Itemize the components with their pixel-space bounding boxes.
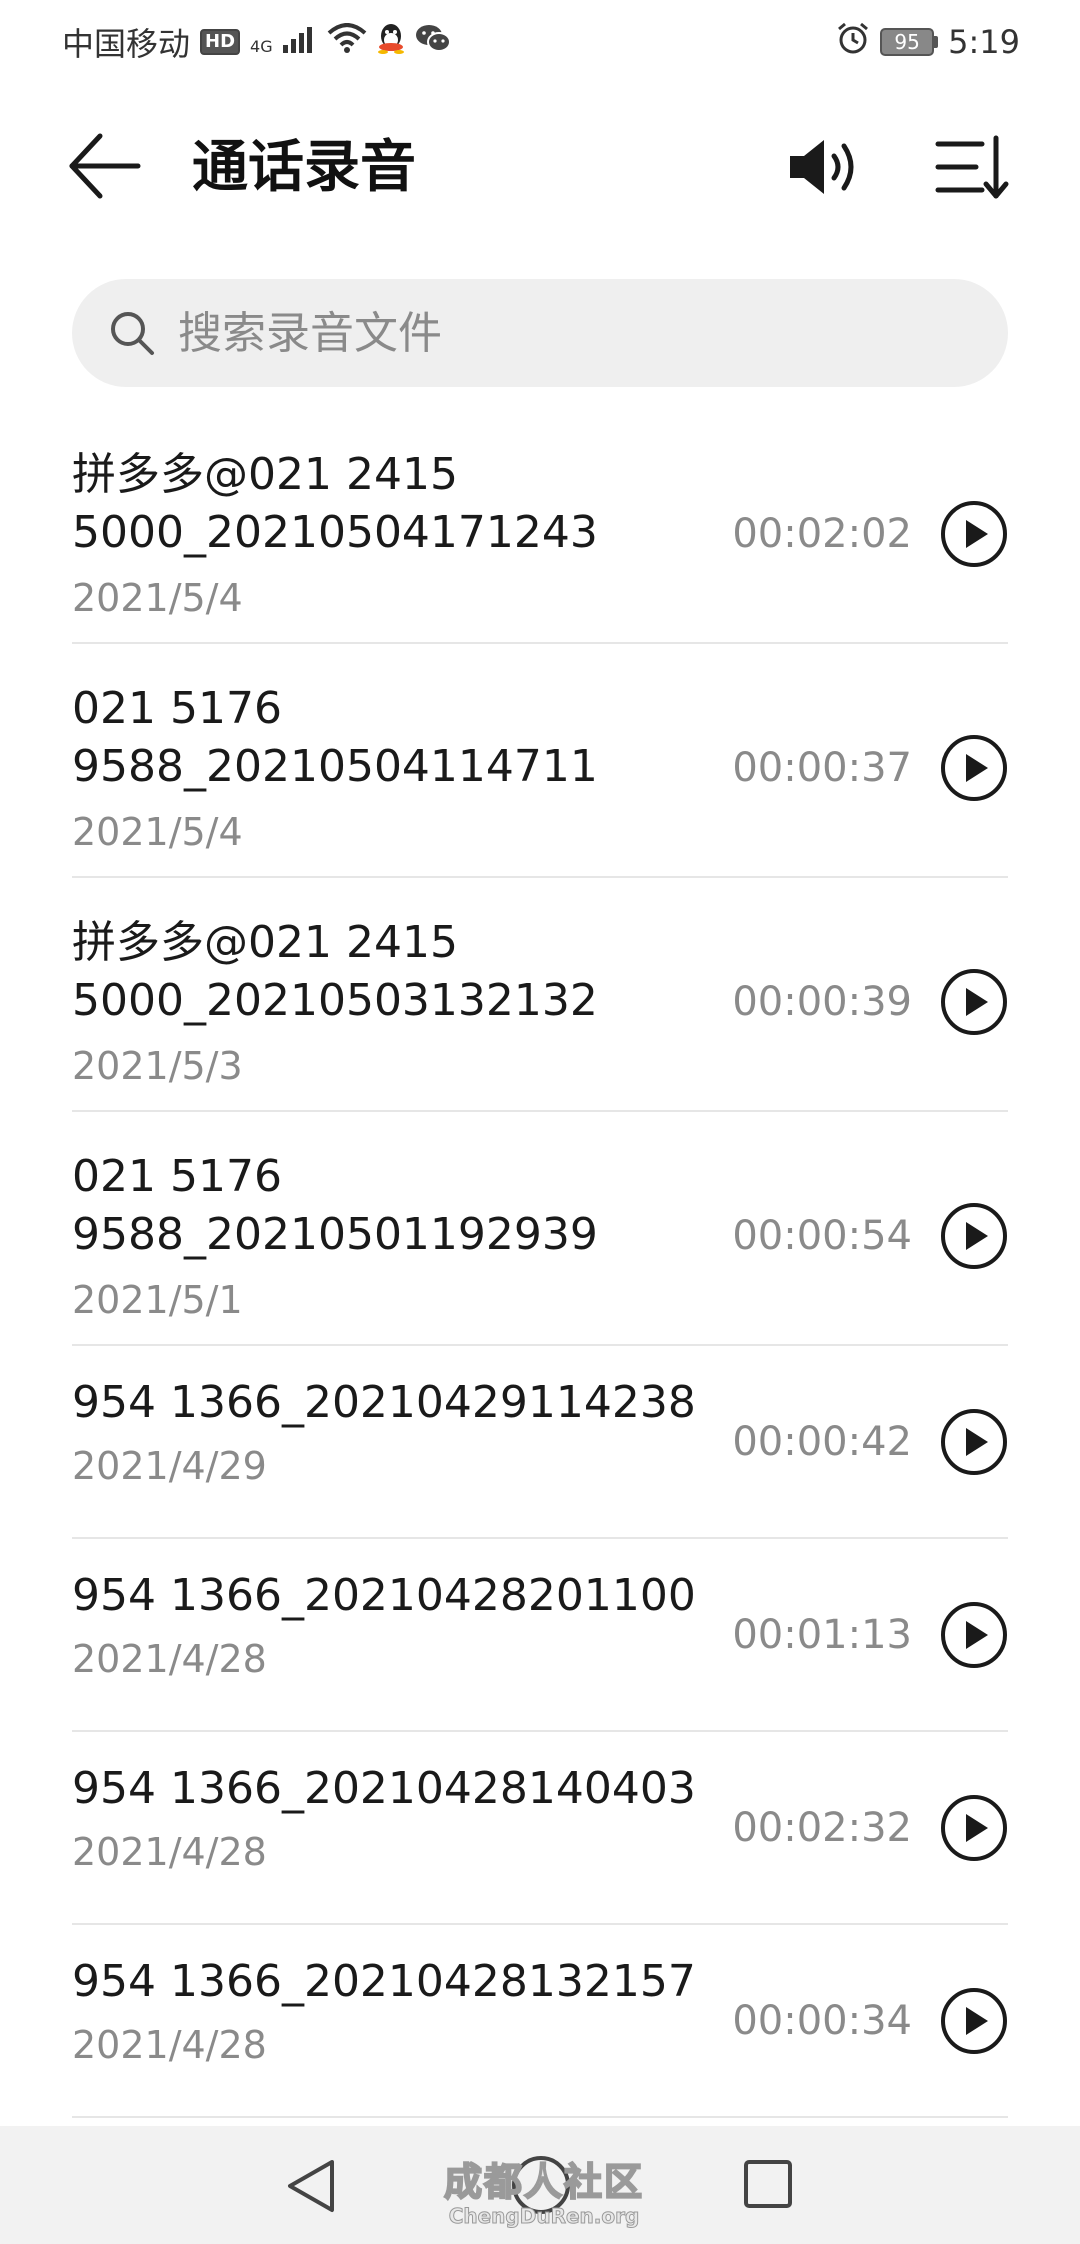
recording-name: 拼多多@021 2415 5000_20210504171243 [72, 449, 598, 558]
nav-recents-button[interactable] [742, 2158, 794, 2210]
play-button[interactable] [940, 734, 1008, 802]
recording-item[interactable]: 拼多多@021 2415 5000_20210504171243 2021/5/… [72, 410, 1008, 644]
recording-date: 2021/5/4 [72, 576, 243, 620]
recording-date: 2021/4/28 [72, 2023, 267, 2067]
search-icon [111, 312, 154, 355]
status-left: 中国移动 HD 4G [62, 19, 451, 65]
battery-level: 95 [880, 28, 935, 56]
recording-item[interactable]: 954 1366_20210428132157 2021/4/28 00:00:… [72, 1925, 1008, 2118]
nav-back-button[interactable] [284, 2156, 338, 2216]
recording-duration: 00:00:39 [732, 979, 912, 1025]
play-icon [941, 1602, 1007, 1668]
recording-duration: 00:00:42 [732, 1419, 912, 1465]
carrier-label: 中国移动 [62, 25, 191, 63]
recording-item[interactable]: 954 1366_20210428140403 2021/4/28 00:02:… [72, 1732, 1008, 1925]
play-button[interactable] [940, 1408, 1008, 1476]
recording-duration: 00:01:13 [732, 1612, 912, 1658]
recording-item[interactable]: 021 5176 9588_20210501192939 2021/5/1 00… [72, 1112, 1008, 1346]
recording-name: 954 1366_20210428140403 [72, 1763, 696, 1814]
recording-item[interactable]: 021 5176 9588_20210504114711 2021/5/4 00… [72, 644, 1008, 878]
recording-name: 954 1366_20210429114238 [72, 1377, 696, 1428]
play-button[interactable] [940, 500, 1008, 568]
speaker-icon [790, 140, 854, 194]
recording-date: 2021/4/28 [72, 1830, 267, 1874]
back-arrow-icon [69, 133, 141, 199]
app-bar: 通话录音 [0, 96, 1080, 236]
search-input[interactable] [178, 307, 978, 359]
nav-home-button[interactable] [510, 2154, 572, 2216]
nav-home-icon [512, 2156, 570, 2214]
play-button[interactable] [940, 1794, 1008, 1862]
nav-back-icon [288, 2160, 334, 2212]
play-button[interactable] [940, 1202, 1008, 1270]
recording-date: 2021/5/3 [72, 1044, 243, 1088]
play-icon [941, 1795, 1007, 1861]
play-icon [941, 735, 1007, 801]
page-title: 通话录音 [192, 135, 416, 200]
recording-duration: 00:00:54 [732, 1213, 912, 1259]
recording-name: 954 1366_20210428201100 [72, 1570, 696, 1621]
recording-date: 2021/4/29 [72, 1444, 267, 1488]
play-icon [941, 501, 1007, 567]
hd-icon: HD [200, 29, 241, 55]
clock-label: 5:19 [948, 23, 1020, 61]
wechat-icon [415, 23, 451, 61]
recording-date: 2021/4/28 [72, 1637, 267, 1681]
play-button[interactable] [940, 1987, 1008, 2055]
sort-button[interactable] [934, 134, 1010, 200]
nav-recents-icon [744, 2160, 792, 2208]
recording-name: 021 5176 9588_20210504114711 [72, 683, 598, 792]
play-button[interactable] [940, 1601, 1008, 1669]
recording-name: 954 1366_20210428132157 [72, 1956, 696, 2007]
qq-icon [377, 22, 405, 62]
play-button[interactable] [940, 968, 1008, 1036]
recording-duration: 00:00:34 [732, 1998, 912, 2044]
sort-icon [935, 135, 1009, 199]
back-button[interactable] [66, 130, 146, 202]
status-right: 95 5:19 [836, 21, 1020, 63]
recording-name: 021 5176 9588_20210501192939 [72, 1151, 598, 1260]
wifi-icon [327, 23, 367, 61]
status-bar: 中国移动 HD 4G 95 5:19 [0, 0, 1080, 84]
recording-item[interactable]: 954 1366_20210428201100 2021/4/28 00:01:… [72, 1539, 1008, 1732]
speaker-button[interactable] [786, 134, 866, 200]
recording-date: 2021/5/1 [72, 1278, 243, 1322]
recording-list: 拼多多@021 2415 5000_20210504171243 2021/5/… [72, 410, 1008, 2118]
play-icon [941, 1203, 1007, 1269]
search-bar[interactable] [72, 279, 1008, 387]
alarm-icon [836, 21, 870, 63]
network-type-label: 4G [250, 37, 273, 56]
play-icon [941, 1988, 1007, 2054]
battery-icon: 95 [880, 28, 939, 56]
recording-item[interactable]: 拼多多@021 2415 5000_20210503132132 2021/5/… [72, 878, 1008, 1112]
play-icon [941, 969, 1007, 1035]
recording-name: 拼多多@021 2415 5000_20210503132132 [72, 917, 598, 1026]
recording-duration: 00:02:02 [732, 511, 912, 557]
recording-duration: 00:00:37 [732, 745, 912, 791]
recording-duration: 00:02:32 [732, 1805, 912, 1851]
signal-icon [282, 25, 317, 60]
recording-date: 2021/5/4 [72, 810, 243, 854]
play-icon [941, 1409, 1007, 1475]
recording-item[interactable]: 954 1366_20210429114238 2021/4/29 00:00:… [72, 1346, 1008, 1539]
system-nav-bar: 成都人社区 ChengDuRen.org [0, 2126, 1080, 2244]
